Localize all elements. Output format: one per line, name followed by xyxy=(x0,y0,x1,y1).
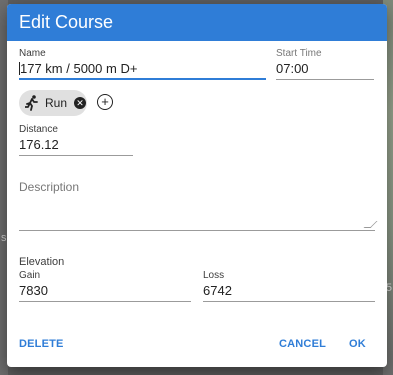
elevation-gain-field[interactable]: Gain 7830 xyxy=(19,270,191,302)
resize-handle-icon[interactable] xyxy=(363,221,378,228)
start-time-label: Start Time xyxy=(276,48,322,59)
description-textarea[interactable]: Description xyxy=(19,176,378,231)
name-value: 177 km / 5000 m D+ xyxy=(20,61,138,76)
dialog-title: Edit Course xyxy=(19,12,114,32)
add-activity-icon[interactable]: + xyxy=(97,94,113,110)
gain-input[interactable]: 7830 xyxy=(19,281,191,302)
name-input[interactable]: 177 km / 5000 m D+ xyxy=(19,59,266,80)
elevation-loss-field[interactable]: Loss 6742 xyxy=(203,270,375,302)
ok-button[interactable]: OK xyxy=(349,338,366,350)
elevation-title: Elevation xyxy=(19,256,65,268)
distance-input[interactable]: 176.12 xyxy=(19,135,133,156)
run-icon xyxy=(25,95,38,111)
edit-course-dialog: Edit Course Name 177 km / 5000 m D+ Star… xyxy=(7,4,387,367)
loss-label: Loss xyxy=(203,270,225,281)
start-time-input[interactable]: 07:00 xyxy=(276,59,374,80)
activity-chip-run[interactable]: Run ✕ xyxy=(19,90,87,116)
dialog-header: Edit Course xyxy=(7,4,387,41)
distance-field[interactable]: Distance 176.12 xyxy=(19,124,133,156)
name-label: Name xyxy=(19,48,46,59)
name-field[interactable]: Name 177 km / 5000 m D+ xyxy=(19,48,266,80)
background-text-left: s xyxy=(1,232,7,244)
gain-label: Gain xyxy=(19,270,41,281)
delete-button[interactable]: DELETE xyxy=(19,338,64,350)
start-time-field[interactable]: Start Time 07:00 xyxy=(276,48,374,80)
remove-activity-icon[interactable]: ✕ xyxy=(74,97,87,109)
activity-chip-label: Run xyxy=(45,96,68,110)
loss-input[interactable]: 6742 xyxy=(203,281,375,302)
cancel-button[interactable]: CANCEL xyxy=(279,338,326,350)
distance-label: Distance xyxy=(19,124,58,135)
description-placeholder: Description xyxy=(19,180,80,194)
